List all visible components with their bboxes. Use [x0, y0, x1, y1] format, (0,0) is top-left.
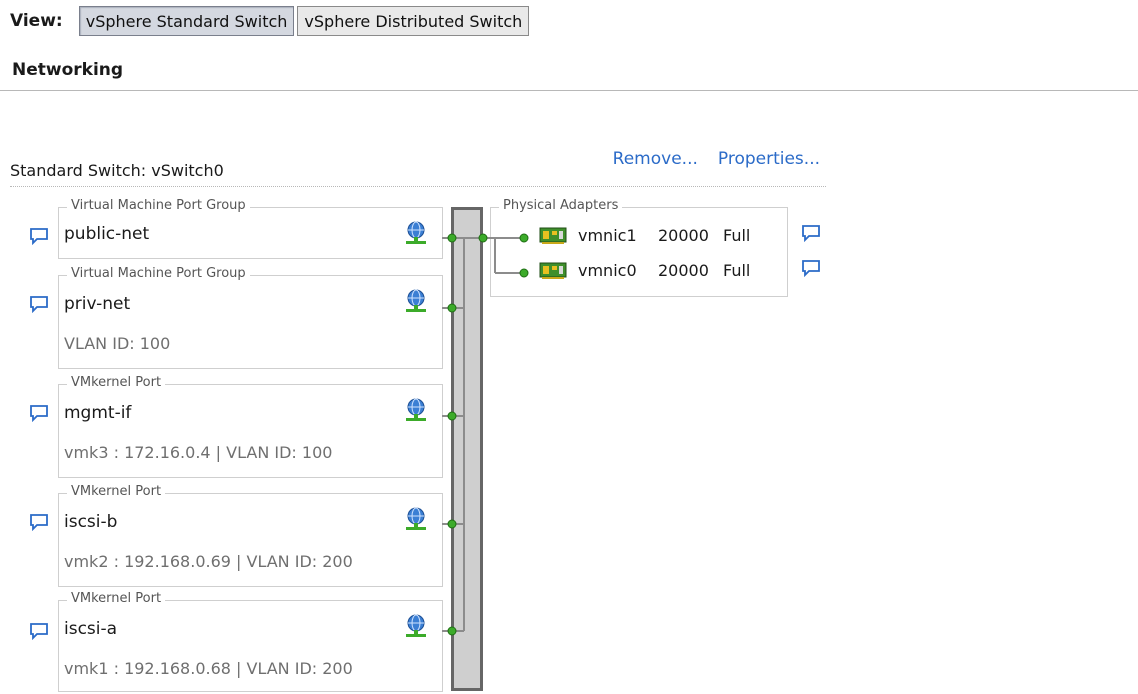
- adapter-duplex: Full: [723, 225, 751, 245]
- nic-icon: [539, 227, 567, 244]
- nic-icon: [539, 262, 567, 279]
- section-divider: [0, 90, 1138, 91]
- standard-switch-view-button[interactable]: vSphere Standard Switch: [78, 6, 295, 36]
- port-group-name: iscsi-a: [64, 619, 118, 639]
- port-group-iscsi-b[interactable]: VMkernel Port iscsi-b vmk2 : 192.168.0.6…: [58, 484, 443, 587]
- physical-adapters-label: Physical Adapters: [499, 198, 623, 213]
- adapter-name: vmnic0: [578, 260, 637, 280]
- virtual-switch-bar: [451, 207, 483, 691]
- section-title: Networking: [12, 60, 124, 80]
- switch-actions: Remove... Properties...: [613, 149, 820, 169]
- comment-icon[interactable]: [801, 259, 821, 277]
- properties-link[interactable]: Properties...: [718, 149, 820, 169]
- port-group-iscsi-a[interactable]: VMkernel Port iscsi-a vmk1 : 192.168.0.6…: [58, 591, 443, 692]
- port-group-name: iscsi-b: [64, 512, 118, 532]
- adapter-row-vmnic1[interactable]: vmnic1 20000 Full: [539, 225, 750, 245]
- port-group-detail: vmk2 : 192.168.0.69 | VLAN ID: 200: [64, 552, 353, 571]
- distributed-switch-view-button[interactable]: vSphere Distributed Switch: [297, 6, 530, 36]
- port-group-public-net[interactable]: Virtual Machine Port Group public-net: [58, 198, 443, 259]
- vm-network-icon: [406, 221, 426, 244]
- port-group-type-label: VMkernel Port: [67, 375, 166, 390]
- vm-network-icon: [406, 289, 426, 312]
- view-label: View:: [10, 11, 63, 31]
- port-group-name: mgmt-if: [64, 403, 132, 423]
- comment-icon[interactable]: [29, 622, 49, 640]
- port-group-type-label: Virtual Machine Port Group: [67, 198, 250, 213]
- comment-icon[interactable]: [29, 513, 49, 531]
- port-group-mgmt-if[interactable]: VMkernel Port mgmt-if vmk3 : 172.16.0.4 …: [58, 375, 443, 478]
- port-group-type-label: VMkernel Port: [67, 484, 166, 499]
- port-group-priv-net[interactable]: Virtual Machine Port Group priv-net VLAN…: [58, 266, 443, 369]
- comment-icon[interactable]: [29, 404, 49, 422]
- port-group-name: public-net: [64, 224, 150, 244]
- port-group-detail: vmk3 : 172.16.0.4 | VLAN ID: 100: [64, 443, 333, 462]
- adapter-speed: 20000: [658, 225, 709, 245]
- port-group-type-label: VMkernel Port: [67, 591, 166, 606]
- comment-icon[interactable]: [29, 227, 49, 245]
- view-selector: View: vSphere Standard Switch vSphere Di…: [10, 5, 532, 37]
- switch-title: Standard Switch: vSwitch0: [10, 161, 224, 180]
- remove-link[interactable]: Remove...: [613, 149, 698, 169]
- comment-icon[interactable]: [29, 295, 49, 313]
- comment-icon[interactable]: [801, 224, 821, 242]
- adapter-speed: 20000: [658, 260, 709, 280]
- vmkernel-icon: [406, 614, 426, 637]
- vmkernel-icon: [406, 398, 426, 421]
- port-group-type-label: Virtual Machine Port Group: [67, 266, 250, 281]
- adapter-duplex: Full: [723, 260, 751, 280]
- vmkernel-icon: [406, 507, 426, 530]
- physical-adapters-group: Physical Adapters vmnic1 20000 Full vmni…: [490, 198, 788, 297]
- adapter-row-vmnic0[interactable]: vmnic0 20000 Full: [539, 260, 750, 280]
- switch-divider: [10, 186, 826, 187]
- adapter-name: vmnic1: [578, 225, 637, 245]
- port-group-name: priv-net: [64, 294, 131, 314]
- port-group-detail: vmk1 : 192.168.0.68 | VLAN ID: 200: [64, 659, 353, 678]
- port-group-detail: VLAN ID: 100: [64, 334, 171, 353]
